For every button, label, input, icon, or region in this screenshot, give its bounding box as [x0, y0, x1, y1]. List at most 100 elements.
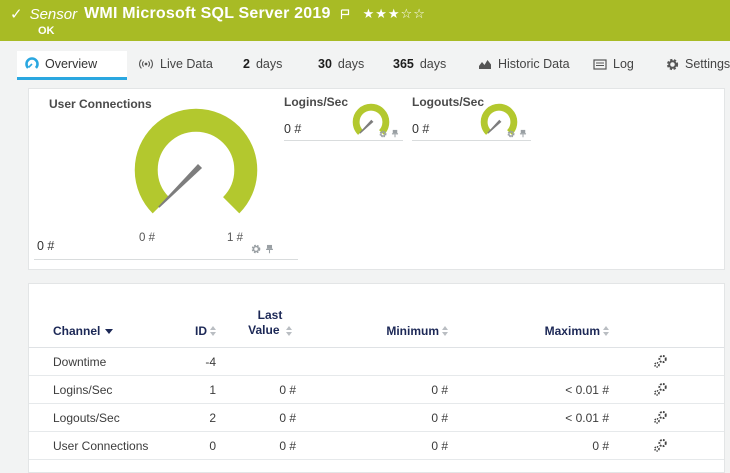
- gauge-needle: [359, 119, 374, 134]
- tab-30-days-number: 30: [318, 57, 332, 71]
- log-list-icon: [593, 58, 607, 70]
- tab-log[interactable]: Log: [585, 51, 642, 77]
- tab-30-days[interactable]: 30 days: [310, 51, 372, 77]
- channel-maximum: < 0.01 #: [565, 382, 609, 397]
- status-ok-check-icon: ✓: [10, 6, 23, 23]
- channel-gears-icon: [654, 354, 667, 368]
- main-gauge-scale-min: 0 #: [139, 232, 155, 244]
- tab-live-data-label: Live Data: [160, 57, 213, 71]
- table-row: Logins/Sec 1 0 # 0 # < 0.01 #: [29, 376, 724, 404]
- channel-id: 0: [209, 438, 216, 453]
- pin-icon[interactable]: [265, 244, 274, 254]
- channel-gears-icon: [654, 410, 667, 424]
- column-header-minimum-label: Minimum: [386, 324, 439, 338]
- user-connections-gauge: [134, 108, 258, 214]
- column-header-maximum-label: Maximum: [544, 324, 600, 338]
- tab-overview-label: Overview: [45, 57, 98, 71]
- channels-table-panel: Channel ID Last Value Minimum Maximum Do…: [28, 283, 725, 473]
- column-header-channel[interactable]: Channel: [29, 324, 179, 347]
- tab-365-days[interactable]: 365 days: [385, 51, 454, 77]
- object-type-label: Sensor: [29, 5, 78, 23]
- channel-maximum: 0 #: [592, 438, 609, 453]
- tab-settings[interactable]: Settings: [658, 51, 730, 77]
- divider: [34, 259, 298, 260]
- channel-settings-button[interactable]: [609, 354, 724, 369]
- main-gauge-value: 0 #: [37, 239, 55, 253]
- channel-name: User Connections: [53, 438, 149, 453]
- channel-last-value: 0 #: [279, 410, 296, 425]
- channel-id: 2: [209, 410, 216, 425]
- channel-id: -4: [205, 354, 216, 369]
- channel-minimum: 0 #: [431, 410, 448, 425]
- logouts-gauge-value: 0 #: [412, 122, 430, 136]
- sort-icon: [285, 325, 292, 336]
- tab-2-days[interactable]: 2 days: [235, 51, 290, 77]
- tab-historic-data[interactable]: Historic Data: [470, 51, 578, 77]
- logouts-gauge-title: Logouts/Sec: [412, 95, 485, 109]
- tab-historic-data-label: Historic Data: [498, 57, 570, 71]
- page-title: WMI Microsoft SQL Server 2019: [84, 5, 331, 22]
- column-header-last-value-label: Last Value: [248, 308, 283, 337]
- gauges-panel: User Connections 0 # 1 # 0 # Logins/Sec …: [28, 88, 725, 270]
- tab-settings-label: Settings: [685, 57, 730, 71]
- channel-settings-button[interactable]: [609, 382, 724, 397]
- column-header-minimum[interactable]: Minimum: [296, 324, 448, 347]
- tab-overview[interactable]: Overview: [17, 51, 127, 80]
- tab-365-days-unit: days: [419, 57, 447, 71]
- logouts-gauge-actions: [507, 129, 527, 138]
- channel-gears-icon: [654, 382, 667, 396]
- area-chart-icon: [478, 58, 492, 70]
- channel-minimum: 0 #: [431, 382, 448, 397]
- column-header-last-value[interactable]: Last Value: [244, 308, 296, 347]
- flag-icon[interactable]: [340, 8, 350, 20]
- broadcast-icon: [138, 58, 154, 70]
- gear-icon[interactable]: [251, 244, 261, 254]
- channel-settings-button[interactable]: [609, 438, 724, 453]
- sort-desc-icon: [105, 328, 114, 334]
- sort-icon: [210, 326, 216, 336]
- channel-settings-button[interactable]: [609, 410, 724, 425]
- column-header-maximum[interactable]: Maximum: [448, 324, 609, 347]
- table-row: User Connections 0 0 # 0 # 0 #: [29, 432, 724, 460]
- gear-icon: [666, 58, 679, 71]
- channel-gears-icon: [654, 438, 667, 452]
- gauge-icon: [25, 57, 39, 71]
- sort-icon: [603, 326, 609, 336]
- main-gauge-actions: [251, 244, 274, 254]
- channel-name: Logins/Sec: [53, 382, 113, 397]
- channel-name: Logouts/Sec: [53, 410, 120, 425]
- channel-id: 1: [209, 382, 216, 397]
- column-header-channel-label: Channel: [53, 324, 101, 338]
- gear-icon[interactable]: [507, 130, 515, 138]
- priority-stars[interactable]: ★★★☆☆: [363, 6, 426, 22]
- sensor-status-header: ✓ Sensor WMI Microsoft SQL Server 2019 ★…: [0, 0, 730, 41]
- table-row: Logouts/Sec 2 0 # 0 # < 0.01 #: [29, 404, 724, 432]
- divider: [284, 140, 403, 141]
- table-row: Downtime -4: [29, 348, 724, 376]
- pin-icon[interactable]: [391, 129, 399, 138]
- logins-gauge-actions: [379, 129, 399, 138]
- logins-gauge-title: Logins/Sec: [284, 95, 349, 109]
- channel-last-value: 0 #: [279, 382, 296, 397]
- logins-gauge-value: 0 #: [284, 122, 302, 136]
- status-badge: OK: [38, 25, 55, 37]
- tab-2-days-number: 2: [243, 57, 250, 71]
- pin-icon[interactable]: [519, 129, 527, 138]
- gauge-needle: [487, 119, 502, 134]
- channel-maximum: < 0.01 #: [565, 410, 609, 425]
- channel-last-value: 0 #: [279, 438, 296, 453]
- column-header-id-label: ID: [195, 324, 207, 338]
- channel-minimum: 0 #: [431, 438, 448, 453]
- gauge-needle: [158, 163, 203, 208]
- channel-name: Downtime: [53, 354, 107, 369]
- divider: [412, 140, 531, 141]
- tab-365-days-number: 365: [393, 57, 414, 71]
- tab-30-days-unit: days: [337, 57, 365, 71]
- column-header-id[interactable]: ID: [179, 324, 216, 347]
- gear-icon[interactable]: [379, 130, 387, 138]
- tab-live-data[interactable]: Live Data: [130, 51, 221, 77]
- sensor-overview-page: ✓ Sensor WMI Microsoft SQL Server 2019 ★…: [0, 0, 730, 473]
- main-gauge-scale-max: 1 #: [227, 232, 243, 244]
- tab-log-label: Log: [613, 57, 634, 71]
- tab-2-days-unit: days: [255, 57, 283, 71]
